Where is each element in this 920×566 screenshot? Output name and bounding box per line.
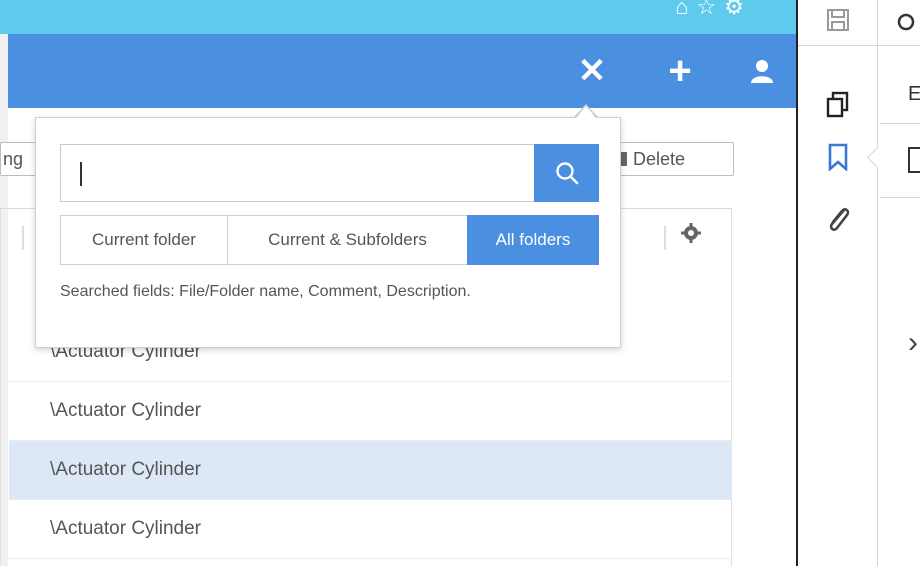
popover-caret-fill: [576, 106, 596, 118]
row-path: \Actuator Cylinder: [50, 459, 202, 480]
toolbar-button-partial[interactable]: ng: [0, 142, 38, 176]
browser-icons: ⌂☆⚙: [675, 0, 752, 20]
delete-label: Delete: [633, 148, 686, 169]
scope-current-subfolders[interactable]: Current & Subfolders: [227, 215, 468, 265]
delete-button[interactable]: Delete: [606, 142, 734, 176]
panel-divider: [880, 197, 920, 198]
star-icon[interactable]: ☆: [697, 0, 725, 19]
search-input[interactable]: [60, 144, 535, 202]
search-icon: [555, 162, 578, 185]
user-menu-button[interactable]: [742, 34, 782, 108]
app-header: ✕ +: [8, 34, 796, 108]
column-settings-icon[interactable]: [680, 222, 702, 249]
side-panel: E ›: [798, 0, 920, 566]
row-path: \Actuator Cylinder: [50, 518, 202, 539]
add-button[interactable]: +: [660, 34, 700, 108]
save-icon[interactable]: [818, 0, 858, 40]
column-separator[interactable]: [22, 226, 24, 250]
searched-fields-hint: Searched fields: File/Folder name, Comme…: [60, 283, 471, 300]
text-cursor: [80, 162, 82, 186]
link-icon[interactable]: [896, 0, 920, 40]
column-separator[interactable]: [664, 226, 666, 250]
copy-pages-icon[interactable]: [818, 84, 858, 124]
table-row[interactable]: \Actuator Cylinder: [9, 382, 732, 441]
search-button[interactable]: [534, 144, 599, 202]
search-popover: Current folder Current & Subfolders All …: [35, 117, 621, 348]
toolbar-button-label: ng: [3, 148, 24, 169]
expand-arrow-icon[interactable]: ›: [908, 326, 918, 360]
panel-item-label: E: [908, 83, 920, 105]
attachment-icon[interactable]: [818, 200, 858, 240]
table-row-selected[interactable]: \Actuator Cylinder: [9, 441, 732, 500]
home-icon[interactable]: ⌂: [675, 0, 696, 19]
panel-divider: [880, 123, 920, 124]
page-icon[interactable]: [908, 147, 920, 173]
browser-toolbar: ⌂☆⚙: [0, 0, 796, 34]
row-path: \Actuator Cylinder: [50, 400, 202, 421]
scope-current-folder[interactable]: Current folder: [60, 215, 228, 265]
user-icon: [751, 60, 773, 83]
close-search-button[interactable]: ✕: [572, 34, 612, 108]
close-icon: ✕: [577, 52, 607, 90]
gear-icon[interactable]: ⚙: [724, 0, 752, 19]
plus-icon: +: [668, 48, 692, 93]
bookmark-icon[interactable]: [818, 137, 858, 177]
table-row[interactable]: \Actuator Cylinder: [9, 500, 732, 559]
scope-all-folders[interactable]: All folders: [467, 215, 599, 265]
